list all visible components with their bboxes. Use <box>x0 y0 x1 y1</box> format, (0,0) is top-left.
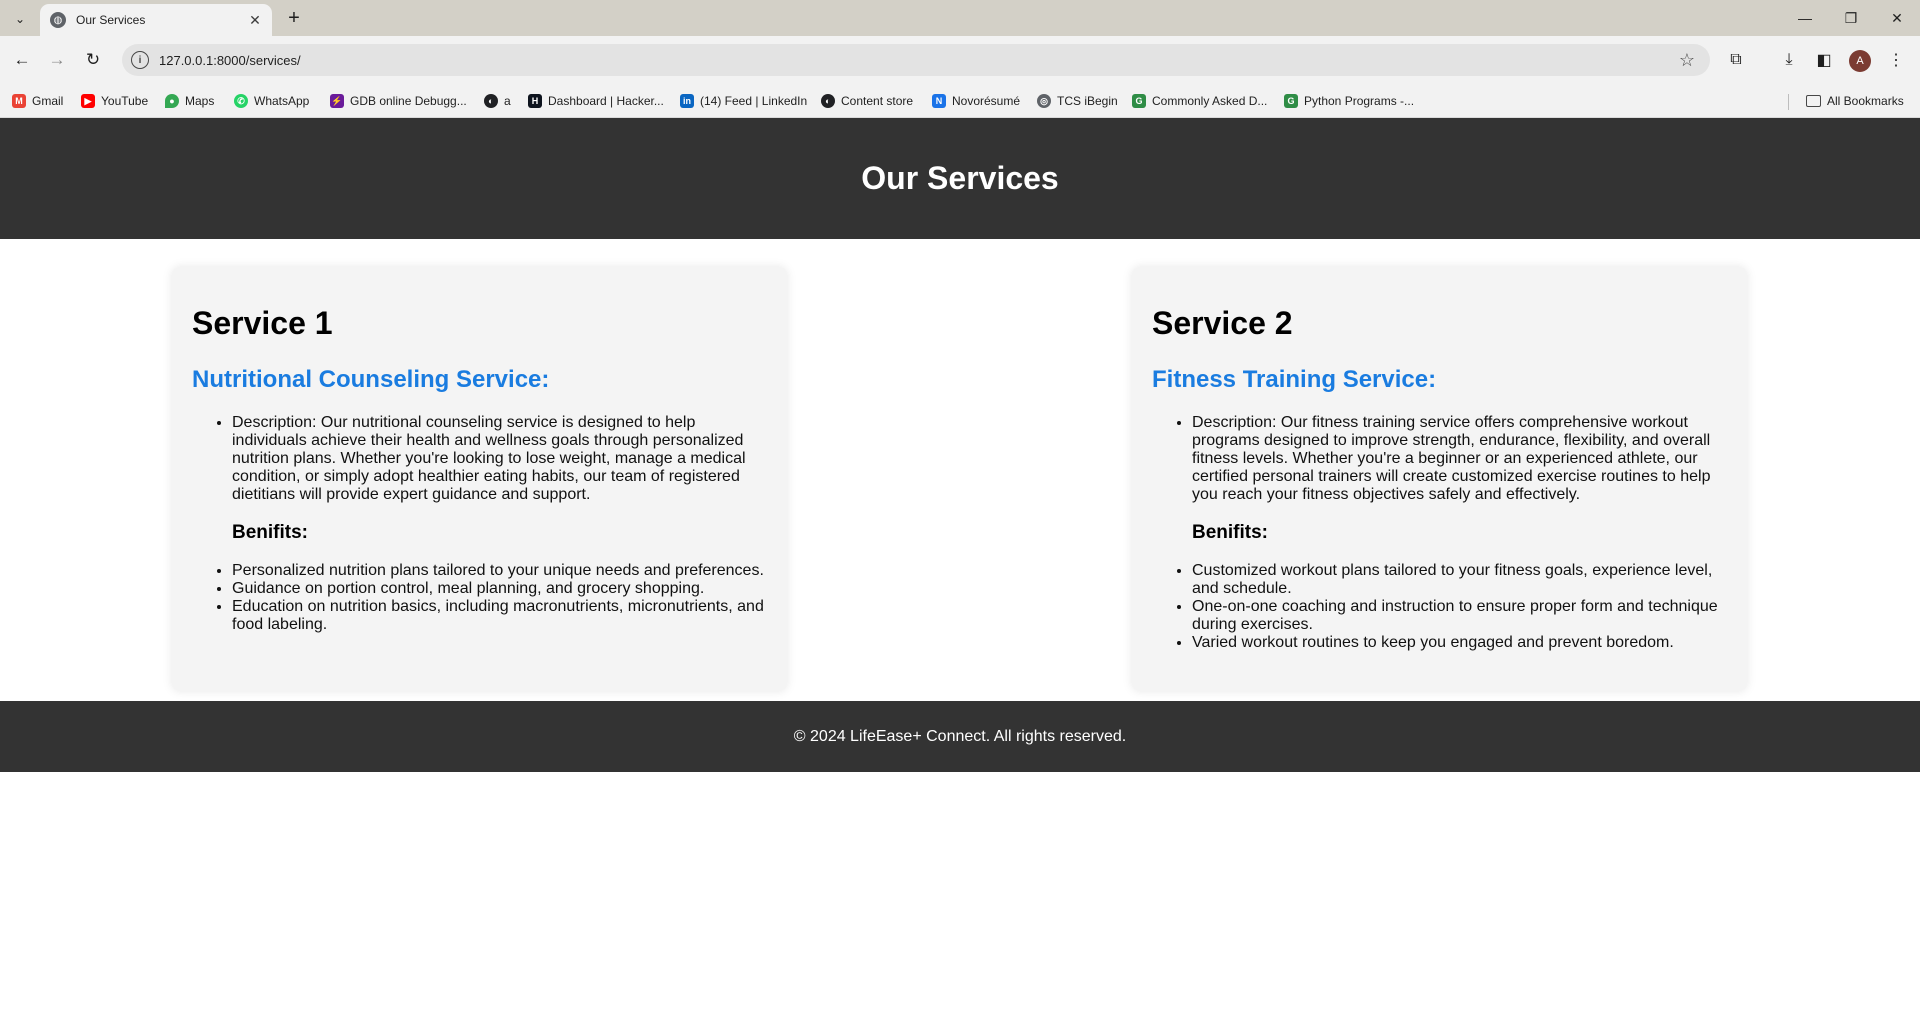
bookmarks-bar: M Gmail ▶ YouTube ● Maps ✆ WhatsApp ⚡ GDB onl… <box>0 84 1920 118</box>
benefit-item: Education on nutrition basics, including… <box>232 598 767 634</box>
geeksforgeeks-icon: G <box>1284 94 1298 108</box>
tab-search-chevron-icon[interactable]: ⌄ <box>8 7 32 31</box>
benefits-title: Benifits: <box>232 522 308 543</box>
address-bar[interactable]: i 127.0.0.1:8000/services/ ☆ <box>122 44 1710 76</box>
tab-title: Our Services <box>76 13 146 27</box>
service-subheading: Fitness Training Service: <box>1152 366 1437 393</box>
bookmarks-divider <box>1788 94 1789 110</box>
page-header: Our Services <box>0 118 1920 239</box>
hackerrank-icon: H <box>528 94 542 108</box>
all-bookmarks-button[interactable]: All Bookmarks <box>1806 92 1904 110</box>
site-info-icon[interactable]: i <box>131 51 149 69</box>
back-arrow-icon[interactable]: ← <box>10 48 34 72</box>
gmail-icon: M <box>12 94 26 108</box>
reload-icon[interactable]: ↻ <box>81 48 105 72</box>
bookmark-content-store[interactable]: ◐ Content store <box>821 92 913 110</box>
bookmark-commonly-asked[interactable]: G Commonly Asked D... <box>1132 92 1267 110</box>
benefits-title: Benifits: <box>1192 522 1268 543</box>
copyright-text: © 2024 LifeEase+ Connect. All rights res… <box>793 727 1127 745</box>
whatsapp-icon: ✆ <box>234 94 248 108</box>
restore-icon[interactable]: ❐ <box>1828 0 1874 36</box>
benefits-list: Personalized nutrition plans tailored to… <box>192 562 767 634</box>
download-icon[interactable]: ⤓ <box>1777 48 1801 72</box>
side-panel-icon[interactable]: ◧ <box>1812 48 1836 72</box>
forward-arrow-icon[interactable]: → <box>45 48 69 72</box>
service-description: Description: Our nutritional counseling … <box>232 414 767 542</box>
benefit-item: Personalized nutrition plans tailored to… <box>232 562 767 580</box>
tcs-icon: ◎ <box>1037 94 1051 108</box>
bookmark-gdb[interactable]: ⚡ GDB online Debugg... <box>330 92 467 110</box>
bookmark-linkedin[interactable]: in (14) Feed | LinkedIn <box>680 92 807 110</box>
url-text[interactable]: 127.0.0.1:8000/services/ <box>159 53 1674 68</box>
bookmark-youtube[interactable]: ▶ YouTube <box>81 92 148 110</box>
globe-icon: ◐ <box>484 94 498 108</box>
globe-icon: ◍ <box>50 12 66 28</box>
menu-kebab-icon[interactable]: ⋮ <box>1884 48 1908 72</box>
globe-icon: ◐ <box>821 94 835 108</box>
benefit-item: Customized workout plans tailored to you… <box>1192 562 1727 598</box>
novoresume-icon: N <box>932 94 946 108</box>
tab-our-services[interactable]: ◍ Our Services ✕ <box>40 4 272 36</box>
folder-icon <box>1806 95 1821 107</box>
service-subheading: Nutritional Counseling Service: <box>192 366 550 393</box>
benefit-item: Guidance on portion control, meal planni… <box>232 580 767 598</box>
browser-toolbar: ← → ↻ i 127.0.0.1:8000/services/ ☆ ⧉ ⤓ ◧… <box>0 36 1920 84</box>
linkedin-icon: in <box>680 94 694 108</box>
page-title: Our Services <box>861 160 1059 196</box>
youtube-icon: ▶ <box>81 94 95 108</box>
maps-pin-icon: ● <box>165 94 179 108</box>
bookmark-gmail[interactable]: M Gmail <box>12 92 63 110</box>
geeksforgeeks-icon: G <box>1132 94 1146 108</box>
tab-strip: ⌄ ◍ Our Services ✕ + — ❐ ✕ <box>0 0 1920 36</box>
bookmark-python-programs[interactable]: G Python Programs -... <box>1284 92 1414 110</box>
bookmark-hackerrank[interactable]: H Dashboard | Hacker... <box>528 92 664 110</box>
close-tab-icon[interactable]: ✕ <box>246 11 264 29</box>
bookmark-star-icon[interactable]: ☆ <box>1674 50 1700 71</box>
page-footer: © 2024 LifeEase+ Connect. All rights res… <box>0 701 1920 772</box>
bookmark-tcs-ibegin[interactable]: ◎ TCS iBegin <box>1037 92 1118 110</box>
service-heading: Service 1 <box>192 305 333 341</box>
benefit-item: One-on-one coaching and instruction to e… <box>1192 598 1727 634</box>
bookmark-novoresume[interactable]: N Novorésumé <box>932 92 1020 110</box>
gdb-icon: ⚡ <box>330 94 344 108</box>
service-description-list: Description: Our nutritional counseling … <box>192 414 767 542</box>
service-heading: Service 2 <box>1152 305 1293 341</box>
service-card-1: Service 1 Nutritional Counseling Service… <box>172 267 787 691</box>
minimize-icon[interactable]: — <box>1782 0 1828 36</box>
benefit-item: Varied workout routines to keep you enga… <box>1192 634 1727 652</box>
window-controls: — ❐ ✕ <box>1782 0 1920 36</box>
benefits-list: Customized workout plans tailored to you… <box>1152 562 1727 652</box>
extensions-puzzle-icon[interactable]: ⧉ <box>1724 48 1748 72</box>
service-card-2: Service 2 Fitness Training Service: Desc… <box>1132 267 1747 691</box>
profile-avatar[interactable]: A <box>1849 50 1871 72</box>
close-window-icon[interactable]: ✕ <box>1874 0 1920 36</box>
bookmark-whatsapp[interactable]: ✆ WhatsApp <box>234 92 309 110</box>
bookmark-maps[interactable]: ● Maps <box>165 92 214 110</box>
service-description: Description: Our fitness training servic… <box>1192 414 1727 542</box>
bookmark-a[interactable]: ◐ a <box>484 92 511 110</box>
new-tab-plus-icon[interactable]: + <box>280 6 308 30</box>
service-description-list: Description: Our fitness training servic… <box>1152 414 1727 542</box>
